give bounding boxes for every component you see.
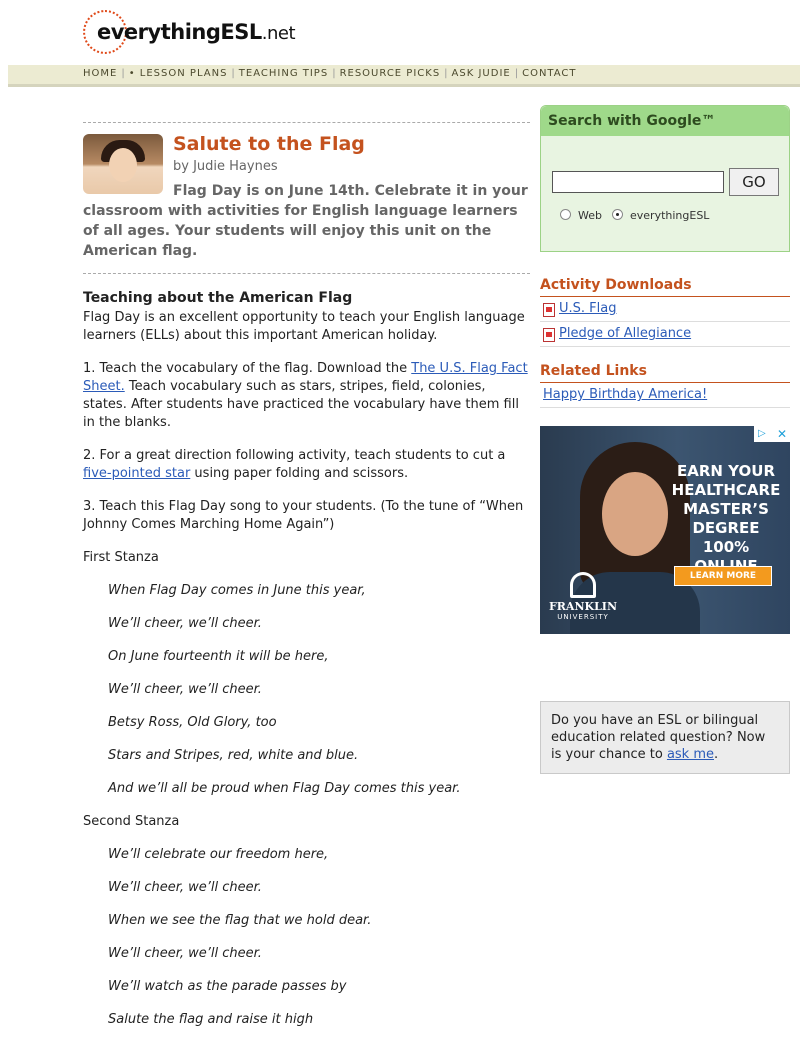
franklin-logo-icon bbox=[570, 572, 596, 598]
divider bbox=[83, 273, 530, 274]
site-logo[interactable]: everythingESL.net bbox=[83, 10, 303, 56]
nav-lesson-plans[interactable]: • LESSON PLANS bbox=[129, 68, 228, 79]
verse-line: On June fourteenth it will be here, bbox=[108, 649, 329, 664]
ad-brand-name: FRANKLIN bbox=[548, 600, 618, 613]
nav-ask-judie[interactable]: ASK JUDIE bbox=[452, 68, 511, 79]
logo-suffix: .net bbox=[261, 23, 296, 44]
logo-text: everythingESL bbox=[97, 20, 262, 44]
step-3: 3. Teach this Flag Day song to your stud… bbox=[83, 499, 524, 532]
radio-web[interactable] bbox=[560, 209, 571, 220]
go-button[interactable]: GO bbox=[729, 168, 779, 196]
ad-brand-sub: UNIVERSITY bbox=[557, 613, 609, 621]
radio-site-option[interactable]: everythingESL bbox=[612, 209, 709, 222]
pdf-icon bbox=[543, 303, 555, 317]
radio-site-label: everythingESL bbox=[630, 209, 710, 222]
radio-web-option[interactable]: Web bbox=[560, 209, 602, 222]
related-links-heading: Related Links bbox=[540, 363, 790, 383]
verse-line: Stars and Stripes, red, white and blue. bbox=[108, 748, 359, 763]
nav-separator: | bbox=[121, 68, 125, 79]
nav-separator: | bbox=[231, 68, 235, 79]
verse-line: We’ll cheer, we’ll cheer. bbox=[108, 616, 262, 631]
article-intro: Salute to the Flag by Judie Haynes Flag … bbox=[83, 123, 530, 273]
nav-resource-picks[interactable]: RESOURCE PICKS bbox=[340, 68, 441, 79]
verse-line: We’ll watch as the parade passes by bbox=[108, 979, 347, 994]
five-pointed-star-link[interactable]: five-pointed star bbox=[83, 466, 190, 481]
radio-site[interactable] bbox=[612, 209, 623, 220]
ad-line: HEALTHCARE bbox=[671, 481, 781, 499]
download-pledge-link[interactable]: Pledge of Allegiance bbox=[559, 326, 691, 341]
pdf-icon bbox=[543, 328, 555, 342]
ad-line: MASTER’S bbox=[683, 500, 769, 518]
ad-close-icon[interactable]: ✕ bbox=[777, 427, 787, 441]
google-search-box: Search with Google™ GO Web everythingESL bbox=[540, 105, 790, 252]
ad-headline: EARN YOUR HEALTHCARE MASTER’S DEGREE 100… bbox=[670, 462, 782, 576]
nav-contact[interactable]: CONTACT bbox=[522, 68, 576, 79]
downloads-heading: Activity Downloads bbox=[540, 277, 790, 297]
ad-line: EARN YOUR bbox=[677, 462, 775, 480]
download-item: U.S. Flag bbox=[540, 297, 790, 322]
verse-line: We’ll cheer, we’ll cheer. bbox=[108, 880, 262, 895]
nav-home[interactable]: HOME bbox=[83, 68, 117, 79]
verse-line: We’ll celebrate our freedom here, bbox=[108, 847, 329, 862]
verse-line: When Flag Day comes in June this year, bbox=[108, 583, 366, 598]
radio-web-label: Web bbox=[578, 209, 602, 222]
stanza-label: First Stanza bbox=[83, 550, 159, 565]
step-1-text: 1. Teach the vocabulary of the flag. Dow… bbox=[83, 361, 412, 376]
verse-line: Salute the flag and raise it high bbox=[108, 1012, 314, 1027]
nav-separator: | bbox=[444, 68, 448, 79]
adchoices-badge[interactable]: ▷ ✕ bbox=[754, 426, 790, 442]
search-header: Search with Google™ bbox=[541, 106, 789, 136]
happy-birthday-america-link[interactable]: Happy Birthday America! bbox=[543, 387, 707, 402]
article-title: Salute to the Flag bbox=[173, 133, 365, 155]
search-title: Search with Google™ bbox=[548, 113, 716, 129]
step-1-text-cont: Teach vocabulary such as stars, stripes,… bbox=[83, 379, 519, 430]
step-1: 1. Teach the vocabulary of the flag. Dow… bbox=[83, 360, 530, 432]
adchoices-icon[interactable]: ▷ bbox=[758, 429, 766, 439]
download-us-flag-link[interactable]: U.S. Flag bbox=[559, 301, 616, 316]
verse-line: We’ll cheer, we’ll cheer. bbox=[108, 682, 262, 697]
verse-line: And we’ll all be proud when Flag Day com… bbox=[108, 781, 461, 796]
advertisement[interactable]: EARN YOUR HEALTHCARE MASTER’S DEGREE 100… bbox=[540, 426, 790, 634]
article-byline: by Judie Haynes bbox=[173, 159, 278, 174]
nav-items: HOME | • LESSON PLANS | TEACHING TIPS | RESOUR… bbox=[83, 68, 577, 79]
ask-me-link[interactable]: ask me bbox=[667, 747, 714, 762]
section-heading: Teaching about the American Flag bbox=[83, 290, 353, 306]
ad-line: DEGREE bbox=[692, 519, 760, 537]
verse-line: We’ll cheer, we’ll cheer. bbox=[108, 946, 262, 961]
nav-teaching-tips[interactable]: TEACHING TIPS bbox=[239, 68, 328, 79]
stanza-label: Second Stanza bbox=[83, 814, 180, 829]
ask-judie-box: Do you have an ESL or bilingual educatio… bbox=[540, 701, 790, 774]
download-item: Pledge of Allegiance bbox=[540, 322, 790, 347]
ask-judie-end: . bbox=[714, 747, 719, 762]
intro-paragraph: Flag Day is an excellent opportunity to … bbox=[83, 310, 525, 343]
related-link-item: Happy Birthday America! bbox=[540, 383, 790, 408]
verse-line: Betsy Ross, Old Glory, too bbox=[108, 715, 277, 730]
ask-judie-text: Do you have an ESL or bilingual educatio… bbox=[551, 713, 766, 762]
verse-line: When we see the flag that we hold dear. bbox=[108, 913, 372, 928]
article-lede: Flag Day is on June 14th. Celebrate it i… bbox=[83, 183, 528, 259]
nav-separator: | bbox=[332, 68, 336, 79]
step-2-text: 2. For a great direction following activ… bbox=[83, 448, 506, 463]
step-2-text-cont: using paper folding and scissors. bbox=[190, 466, 409, 481]
nav-separator: | bbox=[514, 68, 519, 79]
sidebar: Search with Google™ GO Web everythingESL… bbox=[540, 105, 790, 774]
ad-learn-more-button[interactable]: LEARN MORE bbox=[674, 566, 772, 586]
article: Salute to the Flag by Judie Haynes Flag … bbox=[83, 122, 530, 1044]
top-nav: HOME | • LESSON PLANS | TEACHING TIPS | RESOUR… bbox=[8, 65, 800, 87]
search-input[interactable] bbox=[552, 171, 724, 193]
ad-brand-logo: FRANKLIN UNIVERSITY bbox=[548, 572, 618, 621]
step-2: 2. For a great direction following activ… bbox=[83, 447, 530, 483]
